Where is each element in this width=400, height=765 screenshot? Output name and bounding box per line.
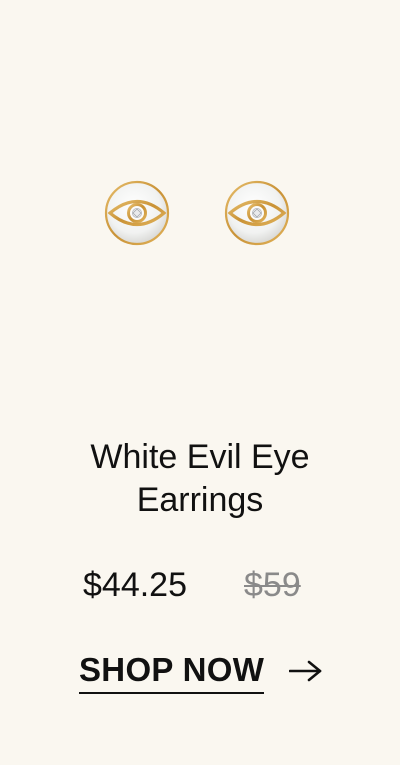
evil-eye-earring-left-icon: [104, 180, 170, 246]
shop-now-label: SHOP NOW: [79, 648, 265, 694]
evil-eye-earring-right-icon: [224, 180, 290, 246]
sale-price: $44.25: [83, 566, 187, 604]
price-row: $44.25 $59: [0, 563, 400, 607]
product-card[interactable]: White Evil Eye Earrings $44.25 $59 SHOP …: [0, 0, 400, 765]
shop-now-button[interactable]: SHOP NOW: [79, 648, 322, 696]
arrow-right-icon: [289, 660, 322, 682]
product-title-line-1: White Evil Eye: [90, 438, 310, 476]
product-title[interactable]: White Evil Eye Earrings: [0, 436, 400, 522]
original-price: $59: [244, 566, 301, 604]
product-image[interactable]: [0, 120, 400, 310]
product-title-line-2: Earrings: [136, 481, 264, 519]
